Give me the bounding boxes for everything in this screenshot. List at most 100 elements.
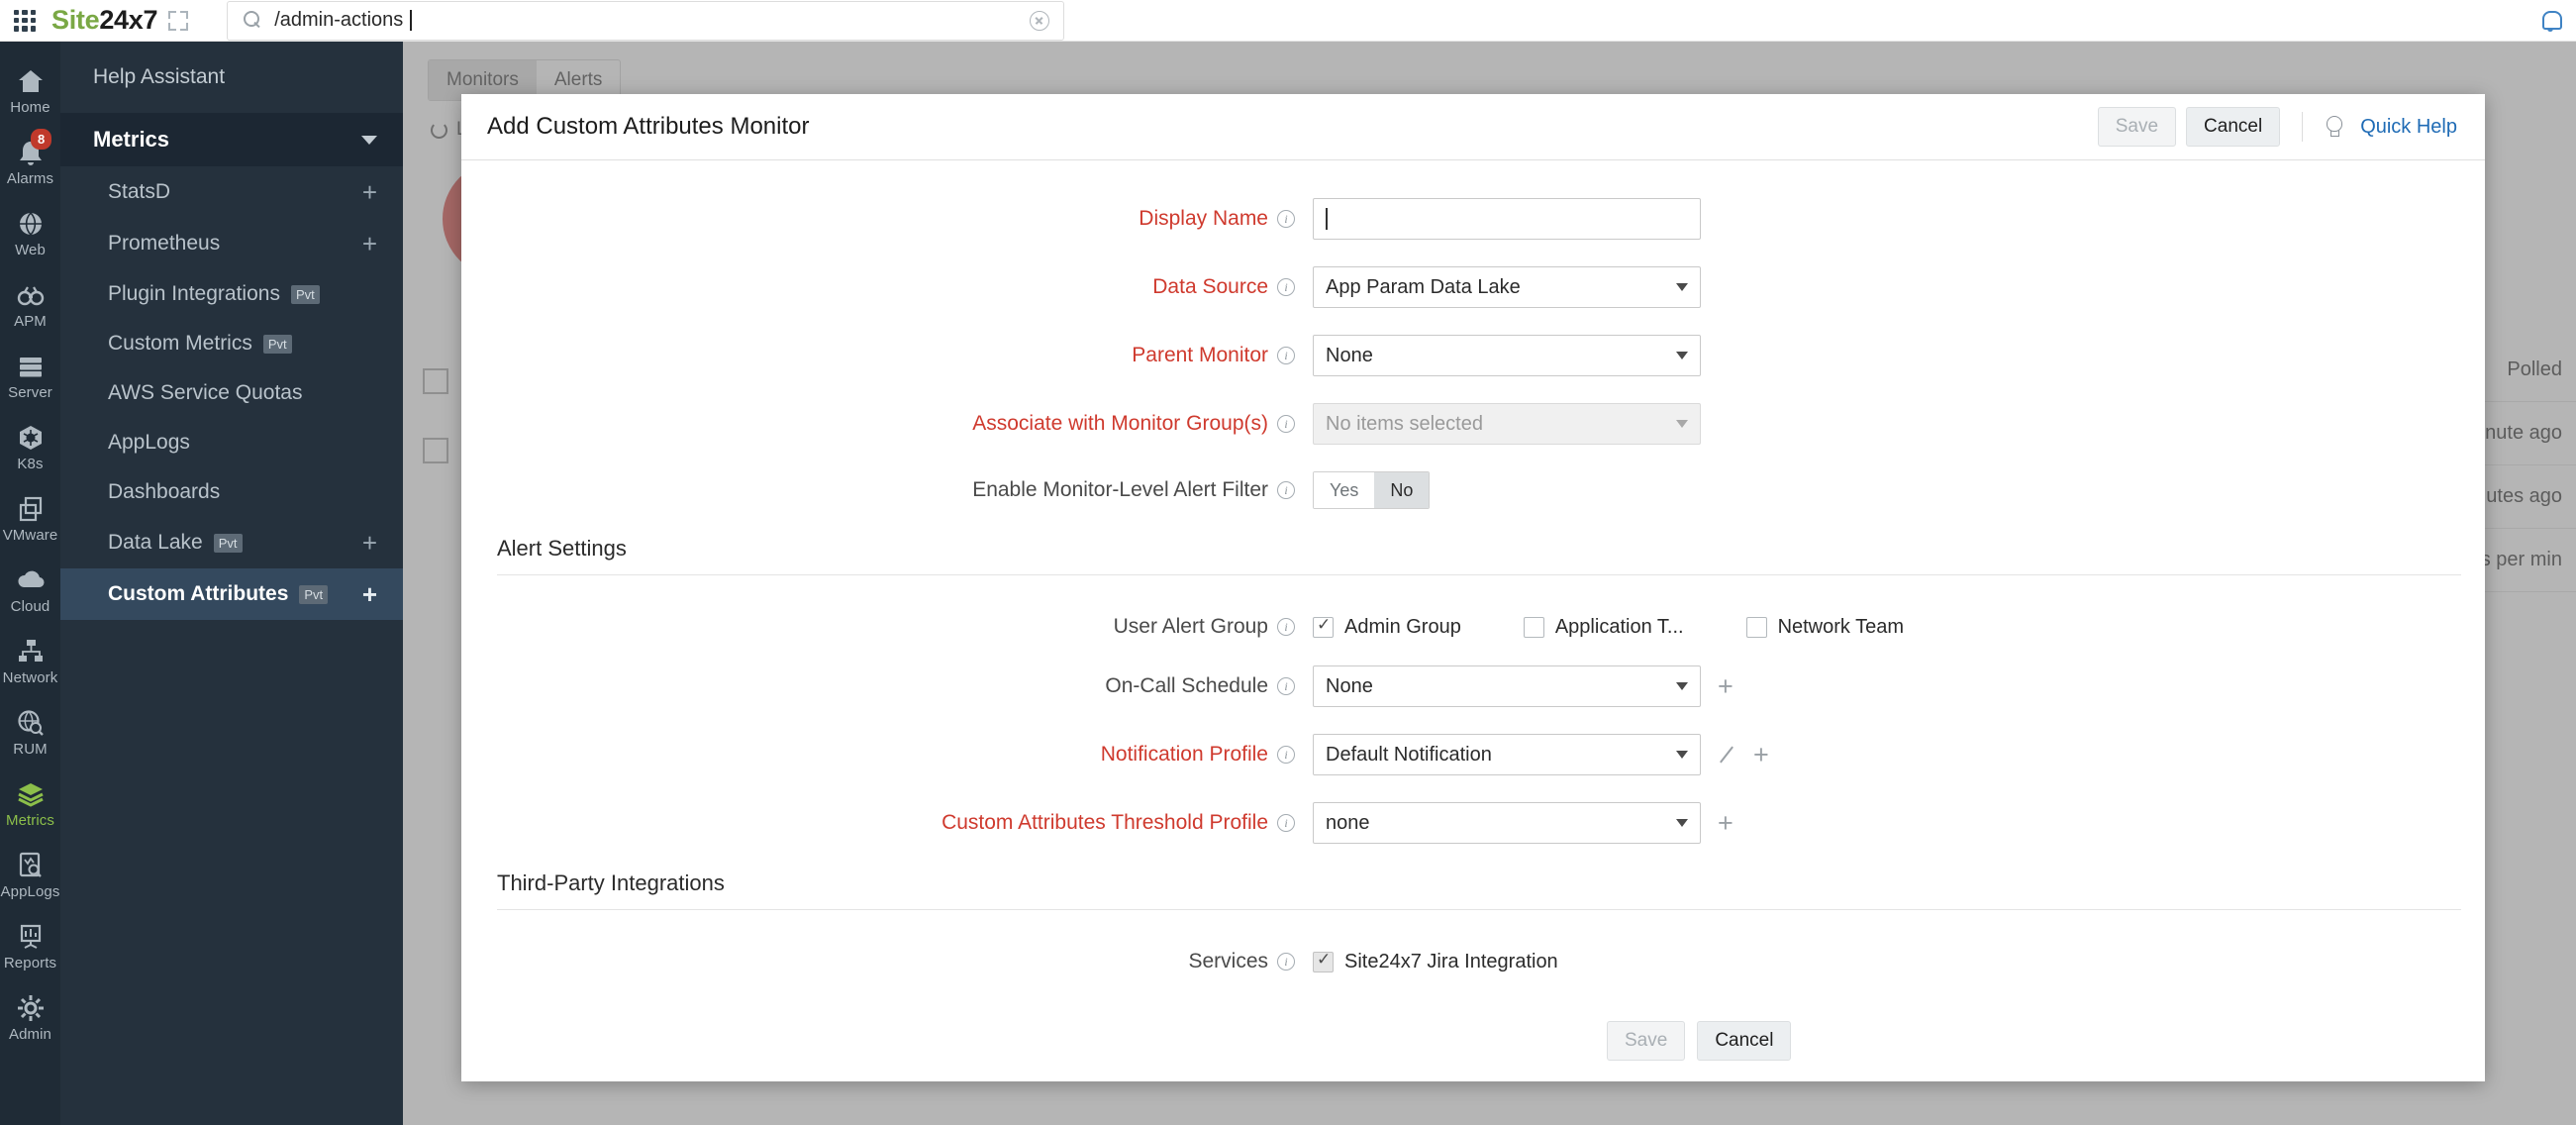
section-alert-settings: Alert Settings — [461, 536, 2485, 575]
add-icon[interactable]: + — [362, 530, 377, 556]
network-icon — [17, 638, 45, 665]
add-notification-profile-button[interactable]: + — [1753, 741, 1769, 768]
nav-section-metrics[interactable]: Metrics — [60, 113, 403, 166]
checkbox-icon[interactable] — [1523, 616, 1544, 638]
add-icon[interactable]: + — [362, 179, 377, 205]
threshold-profile-value: none — [1326, 811, 1370, 834]
site24x7-logo[interactable]: Site24x7 — [51, 5, 158, 36]
search-input[interactable]: /admin-actions — [274, 9, 403, 32]
rail-item-reports[interactable]: Reports — [0, 911, 60, 982]
sidebar-item-custom-metrics[interactable]: Custom Metrics Pvt — [60, 319, 403, 368]
nav-section-label: Metrics — [93, 127, 170, 152]
rail-item-applogs[interactable]: AppLogs — [0, 840, 60, 911]
section-divider — [497, 909, 2461, 910]
threshold-profile-select[interactable]: none — [1313, 802, 1701, 844]
sidebar-item-aws-service-quotas[interactable]: AWS Service Quotas — [60, 368, 403, 418]
rum-globe-icon — [17, 709, 45, 737]
sidebar-item-dashboards[interactable]: Dashboards — [60, 467, 403, 517]
sidebar-item-prometheus[interactable]: Prometheus + — [60, 218, 403, 269]
add-icon[interactable]: + — [362, 581, 377, 607]
checkbox-application-team[interactable]: Application T... — [1523, 616, 1684, 639]
info-icon[interactable]: i — [1277, 415, 1295, 433]
field-services: Services i Site24x7 Jira Integration — [461, 950, 2485, 973]
info-icon[interactable]: i — [1277, 746, 1295, 764]
on-call-schedule-select[interactable]: None — [1313, 665, 1701, 707]
sidebar-item-plugin-integrations[interactable]: Plugin Integrations Pvt — [60, 269, 403, 319]
checkbox-jira-integration[interactable]: Site24x7 Jira Integration — [1313, 950, 1558, 973]
sidebar-item-data-lake[interactable]: Data Lake Pvt + — [60, 517, 403, 568]
rail-item-label: RUM — [13, 740, 48, 758]
add-monitor-modal: Add Custom Attributes Monitor Save Cance… — [461, 94, 2485, 1081]
quick-help-link[interactable]: Quick Help — [2360, 116, 2457, 139]
rail-item-alarms[interactable]: 8 Alarms — [0, 127, 60, 198]
info-icon[interactable]: i — [1277, 278, 1295, 296]
sidebar-item-applogs[interactable]: AppLogs — [60, 418, 403, 467]
checkbox-icon[interactable] — [1745, 616, 1767, 638]
add-threshold-profile-button[interactable]: + — [1718, 809, 1734, 837]
reports-icon — [17, 923, 45, 951]
monitor-groups-select[interactable]: No items selected — [1313, 403, 1701, 445]
modal-footer: Save Cancel — [1607, 1021, 2485, 1061]
info-icon[interactable]: i — [1277, 814, 1295, 832]
section-third-party-title: Third-Party Integrations — [497, 870, 725, 895]
info-icon[interactable]: i — [1277, 953, 1295, 971]
checkbox-icon[interactable] — [1313, 950, 1334, 972]
field-data-source: Data Source i App Param Data Lake — [461, 266, 2485, 308]
add-on-call-schedule-button[interactable]: + — [1718, 672, 1734, 700]
info-icon[interactable]: i — [1277, 347, 1295, 364]
rail-item-cloud[interactable]: Cloud — [0, 555, 60, 626]
info-icon[interactable]: i — [1277, 210, 1295, 228]
rail-item-network[interactable]: Network — [0, 626, 60, 697]
footer-cancel-button[interactable]: Cancel — [1697, 1021, 1792, 1061]
sidebar-item-statsd[interactable]: StatsD + — [60, 166, 403, 218]
checkbox-icon[interactable] — [1313, 615, 1334, 638]
rail-item-metrics[interactable]: Metrics — [0, 768, 60, 840]
rail-item-vmware[interactable]: VMware — [0, 483, 60, 555]
rail-item-rum[interactable]: RUM — [0, 697, 60, 768]
bell-icon[interactable] — [2538, 9, 2562, 33]
sidebar-item-custom-attributes[interactable]: Custom Attributes Pvt + — [60, 568, 403, 620]
data-source-select[interactable]: App Param Data Lake — [1313, 266, 1701, 308]
header-save-button[interactable]: Save — [2097, 107, 2177, 147]
rail-item-server[interactable]: Server — [0, 341, 60, 412]
label-alert-filter: Enable Monitor-Level Alert Filter i — [461, 478, 1313, 502]
rail-item-home[interactable]: Home — [0, 55, 60, 127]
chevron-down-icon[interactable] — [361, 135, 377, 145]
checkbox-network-team[interactable]: Network Team — [1745, 616, 1904, 639]
display-name-input[interactable] — [1313, 198, 1701, 240]
apps-grid-icon[interactable] — [12, 8, 38, 34]
globe-icon — [17, 210, 45, 238]
sidebar-item-label: Plugin Integrations — [108, 282, 280, 305]
section-alert-settings-title: Alert Settings — [497, 536, 627, 561]
sidebar-item-label: StatsD — [108, 180, 171, 203]
alarms-badge: 8 — [31, 129, 52, 150]
checkbox-admin-group[interactable]: Admin Group — [1313, 615, 1461, 639]
field-alert-filter: Enable Monitor-Level Alert Filter i Yes … — [461, 471, 2485, 509]
footer-save-button[interactable]: Save — [1607, 1021, 1686, 1061]
rail-item-k8s[interactable]: K8s — [0, 412, 60, 483]
global-search[interactable]: /admin-actions — [227, 0, 1065, 41]
header-cancel-button[interactable]: Cancel — [2186, 107, 2281, 147]
modal-header-actions: Save Cancel Quick Help — [2097, 107, 2457, 147]
clear-icon[interactable] — [1030, 10, 1050, 31]
expand-icon[interactable] — [167, 10, 189, 32]
label-display-name: Display Name i — [461, 207, 1313, 231]
rail-item-apm[interactable]: APM — [0, 269, 60, 341]
alert-filter-toggle[interactable]: Yes No — [1313, 471, 1431, 509]
rail-item-web[interactable]: Web — [0, 198, 60, 269]
add-icon[interactable]: + — [362, 231, 377, 256]
alert-filter-no[interactable]: No — [1374, 472, 1430, 508]
info-icon[interactable]: i — [1277, 618, 1295, 636]
sidebar-item-label: Data Lake — [108, 531, 203, 554]
alert-filter-yes[interactable]: Yes — [1314, 472, 1375, 508]
parent-monitor-select[interactable]: None — [1313, 335, 1701, 376]
notification-profile-select[interactable]: Default Notification — [1313, 734, 1701, 775]
info-icon[interactable]: i — [1277, 677, 1295, 695]
info-icon[interactable]: i — [1277, 481, 1295, 499]
edit-icon[interactable] — [1718, 746, 1736, 765]
text-cursor — [1326, 208, 1328, 230]
server-icon — [17, 353, 45, 380]
help-assistant-link[interactable]: Help Assistant — [60, 42, 403, 113]
rail-item-admin[interactable]: Admin — [0, 982, 60, 1054]
vmware-icon — [17, 495, 45, 523]
